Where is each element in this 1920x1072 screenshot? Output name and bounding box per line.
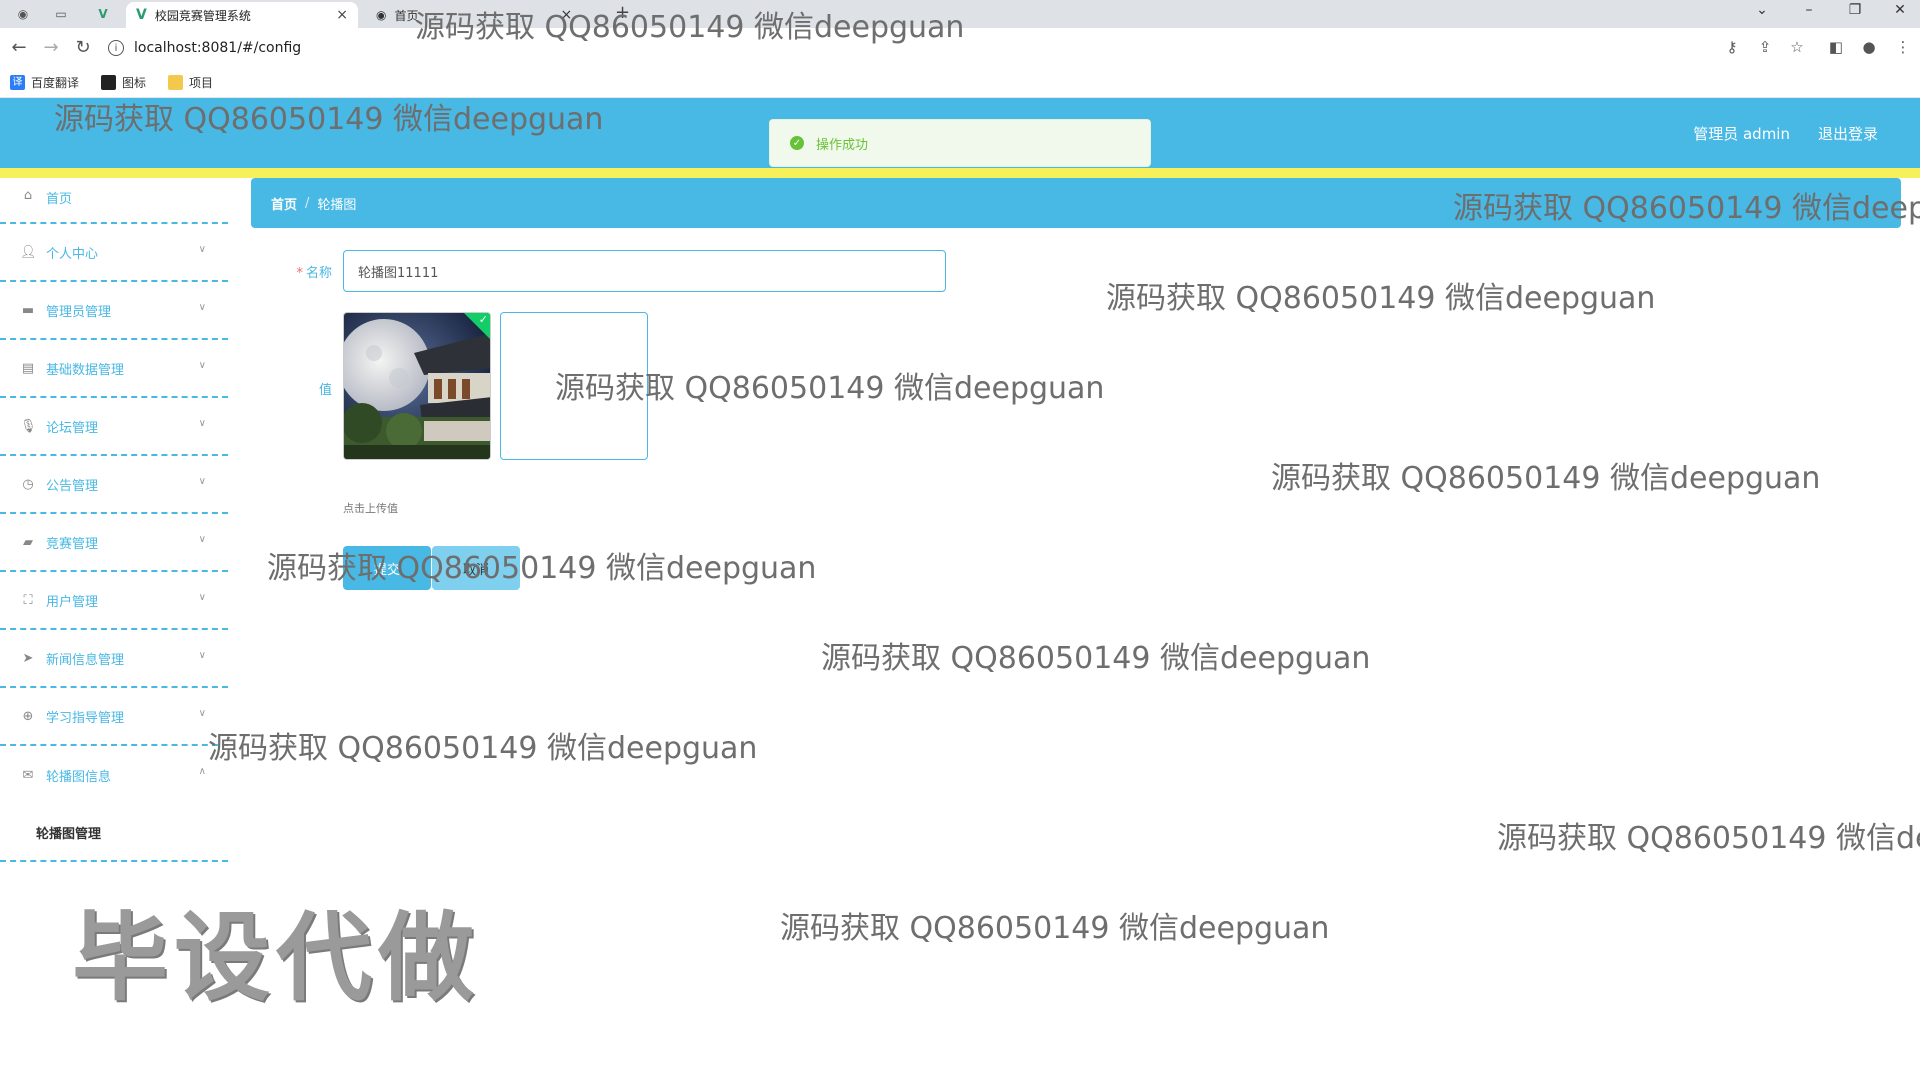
tab-title: 校园竞赛管理系统	[154, 8, 251, 23]
mic-icon: 🎙︎	[20, 418, 37, 434]
tab-title: 首页	[394, 8, 419, 23]
address-bar[interactable]: i localhost:8081/#/config	[108, 34, 1708, 62]
share-icon[interactable]: ⇪	[1755, 38, 1775, 56]
vue-icon: V	[136, 7, 147, 23]
logout-link[interactable]: 退出登录	[1818, 123, 1878, 144]
sidebar-item-forum[interactable]: 🎙︎ 论坛管理 ∨	[0, 398, 228, 456]
watermark-text: 源码获取 QQ86050149 微信deepguan	[208, 731, 758, 766]
chevron-down-icon: ∨	[198, 708, 206, 719]
globe-icon[interactable]: ◉	[12, 4, 34, 24]
required-mark: *	[296, 266, 303, 281]
uploaded-image-thumbnail[interactable]: ✓	[343, 312, 491, 460]
reload-icon[interactable]: ↻	[72, 37, 94, 58]
sidebar-item-guide[interactable]: ⊕ 学习指导管理 ∨	[0, 688, 228, 746]
folder-icon	[168, 75, 184, 90]
chevron-down-icon: ∨	[198, 244, 206, 255]
breadcrumb-current: 轮播图	[317, 197, 357, 213]
image-icon	[101, 75, 117, 90]
close-icon[interactable]: ×	[561, 7, 573, 23]
value-label: 值	[318, 383, 332, 398]
breadcrumb: 首页 / 轮播图	[251, 178, 1901, 228]
close-icon[interactable]: ×	[336, 7, 348, 23]
sidebar-item-competition[interactable]: ▰ 竞赛管理 ∨	[0, 514, 228, 572]
translate-icon: 译	[10, 75, 25, 90]
vue-icon[interactable]: V	[92, 4, 114, 24]
globe-icon: ◉	[376, 8, 387, 22]
restore-icon[interactable]: ❐	[1843, 2, 1867, 18]
sidebar-item-news[interactable]: ➤ 新闻信息管理 ∨	[0, 630, 228, 688]
sidebar-item-users[interactable]: ⛶ 用户管理 ∨	[0, 572, 228, 630]
watermark-text: 源码获取 QQ86050149 微信deepguan	[1271, 461, 1821, 496]
notice-icon: ◷	[22, 476, 34, 492]
name-input[interactable]: 轮播图11111	[343, 250, 946, 292]
chevron-down-icon: ∨	[198, 592, 206, 603]
minimize-icon[interactable]: –	[1797, 2, 1821, 18]
name-label: * 名称	[296, 266, 332, 281]
success-toast: ✓ 操作成功	[769, 119, 1151, 167]
chevron-down-icon: ∨	[198, 418, 206, 429]
watermark-text: 源码获取 QQ86050149 微信deepguan	[1497, 821, 1920, 856]
sidebar-item-admins[interactable]: ▬ 管理员管理 ∨	[0, 282, 228, 340]
name-input-value: 轮播图11111	[358, 265, 439, 281]
tab-active[interactable]: V 校园竞赛管理系统 ×	[126, 2, 358, 28]
trophy-icon: ▰	[23, 534, 33, 550]
users-icon: ⛶	[23, 592, 33, 608]
bookmark-fanyi[interactable]: 译百度翻译	[10, 74, 79, 91]
profile-icon[interactable]: ●	[1859, 38, 1879, 56]
chevron-down-icon: ∨	[198, 650, 206, 661]
sidebar-item-notice[interactable]: ◷ 公告管理 ∨	[0, 456, 228, 514]
browser-tab-bar: ◉ ▭ V V 校园竞赛管理系统 × ◉ 首页 × + ⌄ – ❐ ✕	[0, 0, 1920, 28]
breadcrumb-separator: /	[305, 195, 310, 211]
back-icon[interactable]: ←	[8, 37, 30, 58]
upload-dropzone[interactable]	[500, 312, 648, 460]
check-circle-icon: ✓	[790, 136, 804, 150]
bookmark-project[interactable]: 项目	[168, 74, 213, 91]
url-text: localhost:8081/#/config	[134, 40, 302, 56]
guide-icon: ⊕	[22, 708, 34, 724]
admin-icon: ▬	[21, 302, 35, 318]
forward-icon[interactable]: →	[40, 37, 62, 58]
watermark-text: 源码获取 QQ86050149 微信deepguan	[780, 911, 1330, 946]
send-icon: ➤	[22, 650, 34, 666]
sidebar-item-home[interactable]: ⌂ 首页	[0, 178, 228, 224]
browser-toolbar: ← → ↻ i localhost:8081/#/config ⚷ ⇪ ☆ ◧ …	[0, 28, 1920, 68]
sidebar-item-profile[interactable]: 👤︎ 个人中心 ∨	[0, 224, 228, 282]
bookmark-icons[interactable]: 图标	[101, 74, 146, 91]
chevron-down-icon: ∨	[198, 360, 206, 371]
current-user: 管理员 admin	[1693, 125, 1790, 143]
sidebar: ⌂ 首页 👤︎ 个人中心 ∨ ▬ 管理员管理 ∨ ▤ 基础数据管理 ∨ 🎙︎ 论…	[0, 178, 228, 1072]
sidepanel-icon[interactable]: ◧	[1826, 38, 1846, 56]
bookmarks-bar: 译百度翻译 图标 项目	[0, 68, 1920, 98]
chevron-down-icon: ∨	[198, 476, 206, 487]
sidebar-item-carousel[interactable]: ✉ 轮播图信息 ∧	[0, 746, 228, 804]
check-icon: ✓	[478, 313, 488, 326]
sidebar-item-basedata[interactable]: ▤ 基础数据管理 ∨	[0, 340, 228, 398]
close-window-icon[interactable]: ✕	[1888, 2, 1912, 18]
info-icon[interactable]: i	[108, 40, 124, 56]
chevron-down-icon[interactable]: ⌄	[1750, 2, 1774, 18]
menu-icon[interactable]: ⋮	[1893, 38, 1913, 56]
blank-tab-icon[interactable]: ▭	[50, 4, 72, 24]
mail-icon: ✉	[22, 767, 34, 783]
breadcrumb-home[interactable]: 首页	[271, 194, 297, 213]
chevron-up-icon: ∧	[198, 766, 206, 777]
chevron-down-icon: ∨	[198, 302, 206, 313]
cancel-button[interactable]: 取消	[432, 546, 520, 590]
sidebar-subitem-carousel-manage[interactable]: 轮播图管理	[0, 804, 228, 862]
watermark-text: 源码获取 QQ86050149 微信deepguan	[1106, 281, 1656, 316]
home-icon: ⌂	[23, 188, 33, 203]
header-accent-bar	[0, 168, 1920, 178]
watermark-text: 源码获取 QQ86050149 微信deepguan	[821, 641, 1371, 676]
tab-inactive[interactable]: ◉ 首页 ×	[368, 2, 588, 28]
user-icon: 👤︎	[20, 244, 37, 260]
star-icon[interactable]: ☆	[1787, 38, 1807, 56]
submit-button[interactable]: 提交	[343, 546, 431, 590]
toast-message: 操作成功	[816, 137, 869, 153]
chevron-down-icon: ∨	[198, 534, 206, 545]
key-icon[interactable]: ⚷	[1722, 38, 1742, 56]
new-tab-icon[interactable]: +	[615, 2, 630, 23]
upload-tip: 点击上传值	[343, 502, 398, 515]
data-icon: ▤	[21, 360, 35, 376]
